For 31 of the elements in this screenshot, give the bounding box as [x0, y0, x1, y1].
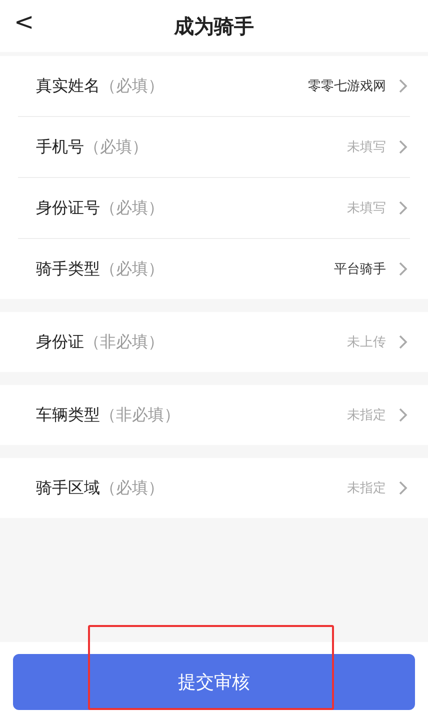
back-button[interactable]: < [6, 4, 42, 40]
field-value[interactable]: 平台骑手 [334, 260, 386, 278]
field-hint: （必填） [100, 478, 164, 498]
field-hint: （必填） [100, 258, 164, 280]
field-value[interactable]: 零零七游戏网 [308, 77, 386, 95]
field-hint: （必填） [100, 198, 164, 218]
field-hint: （必填） [84, 136, 148, 158]
field-value[interactable]: 未指定 [347, 406, 386, 424]
field-value[interactable]: 未填写 [347, 199, 386, 217]
chevron-right-icon [398, 334, 408, 350]
field-hint: （非必填） [84, 332, 164, 352]
field-hint: （非必填） [100, 404, 180, 426]
chevron-right-icon [398, 407, 408, 423]
chevron-right-icon [398, 261, 408, 277]
field-label: 骑手类型 [36, 258, 100, 280]
chevron-right-icon [398, 200, 408, 216]
field-value[interactable]: 未上传 [347, 333, 386, 351]
chevron-right-icon [398, 78, 408, 94]
field-label: 真实姓名 [36, 76, 100, 96]
chevron-right-icon [398, 480, 408, 496]
page-title: 成为骑手 [174, 12, 254, 40]
field-hint: （必填） [100, 76, 164, 96]
field-value[interactable]: 未填写 [347, 138, 386, 156]
field-label: 车辆类型 [36, 404, 100, 426]
field-label: 身份证 [36, 332, 84, 352]
field-value[interactable]: 未指定 [347, 479, 386, 497]
field-label: 手机号 [36, 136, 84, 158]
field-label: 骑手区域 [36, 478, 100, 498]
submit-button[interactable]: 提交审核 [13, 654, 415, 710]
chevron-right-icon [398, 139, 408, 155]
field-label: 身份证号 [36, 198, 100, 218]
